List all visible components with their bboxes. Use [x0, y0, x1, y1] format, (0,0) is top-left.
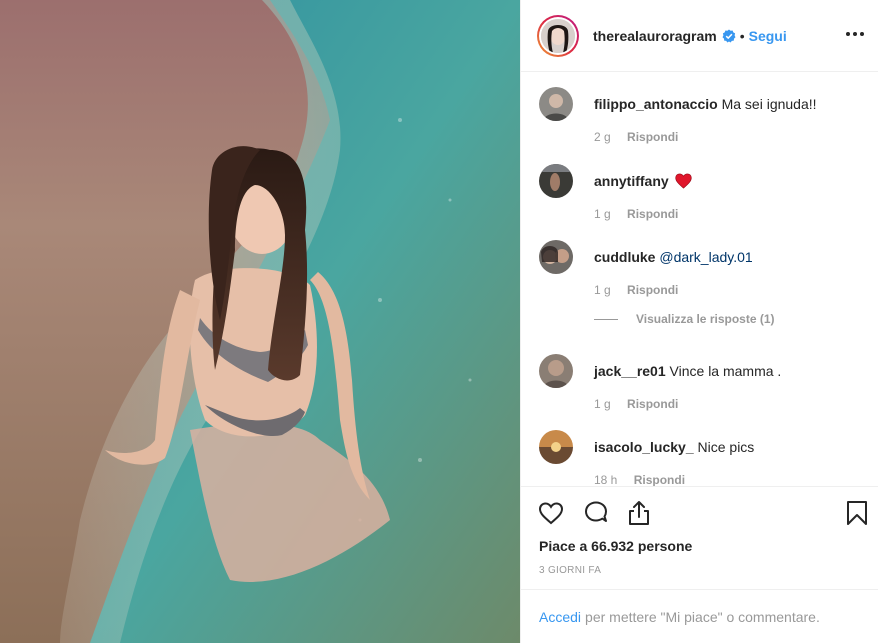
comment-avatar[interactable] [539, 240, 573, 274]
login-prompt-text: per mettere "Mi piace" o commentare. [585, 608, 820, 625]
reply-button[interactable]: Rispondi [627, 397, 678, 411]
comment-mention-link[interactable]: @dark_lady.01 [659, 249, 752, 265]
author-avatar[interactable] [537, 14, 579, 57]
post-header: therealauroragram • Segui [521, 0, 878, 72]
comment-age: 1 g [594, 283, 611, 297]
post-side-panel: therealauroragram • Segui filippo_antona… [520, 0, 878, 643]
bookmark-icon[interactable] [843, 499, 871, 527]
reply-button[interactable]: Rispondi [634, 473, 685, 486]
post-time-ago: 3 GIORNI FA [539, 565, 602, 576]
reply-button[interactable]: Rispondi [627, 283, 678, 297]
view-replies-button[interactable]: Visualizza le risposte (1) [594, 312, 775, 326]
reply-button[interactable]: Rispondi [627, 130, 678, 144]
comment-username[interactable]: isacolo_lucky_ [594, 439, 694, 455]
comment-age: 1 g [594, 207, 611, 221]
comments-list: filippo_antonaccio Ma sei ignuda!! 2 g R… [521, 73, 878, 486]
comment-text: Vince la mamma . [669, 363, 782, 379]
beach-photo [0, 0, 520, 643]
comment-username[interactable]: jack__re01 [594, 363, 666, 379]
comment-username[interactable]: cuddluke [594, 249, 655, 265]
replies-divider [594, 318, 618, 320]
comment-text: Nice pics [697, 439, 755, 455]
login-link[interactable]: Accedi [539, 609, 581, 625]
heart-icon[interactable] [537, 499, 565, 527]
follow-button[interactable]: Segui [749, 28, 787, 44]
likes-count[interactable]: Piace a 66.932 persone [539, 538, 692, 554]
share-icon[interactable] [625, 499, 653, 527]
comment-avatar[interactable] [539, 430, 573, 464]
comment-avatar[interactable] [539, 87, 573, 121]
verified-badge-icon [722, 29, 736, 43]
comment-username[interactable]: annytiffany [594, 173, 669, 189]
comment-icon[interactable] [582, 499, 610, 527]
post-actions: Piace a 66.932 persone 3 GIORNI FA [521, 486, 878, 588]
view-replies-label: Visualizza le risposte (1) [636, 312, 775, 326]
header-separator: • [739, 27, 745, 44]
author-avatar-image [541, 18, 575, 53]
comment-username[interactable]: filippo_antonaccio [594, 96, 718, 112]
comment-age: 18 h [594, 473, 618, 486]
post-photo[interactable] [0, 0, 520, 643]
red-heart-emoji-icon [674, 173, 692, 193]
more-options-icon[interactable] [843, 24, 867, 44]
comment-age: 1 g [594, 397, 611, 411]
comment-avatar[interactable] [539, 164, 573, 198]
author-username[interactable]: therealauroragram [593, 28, 717, 44]
login-prompt: Accedi per mettere "Mi piace" o commenta… [521, 589, 878, 643]
comment-age: 2 g [594, 130, 611, 144]
comment-text: Ma sei ignuda!! [721, 96, 817, 112]
reply-button[interactable]: Rispondi [627, 207, 678, 221]
comment-avatar[interactable] [539, 354, 573, 388]
